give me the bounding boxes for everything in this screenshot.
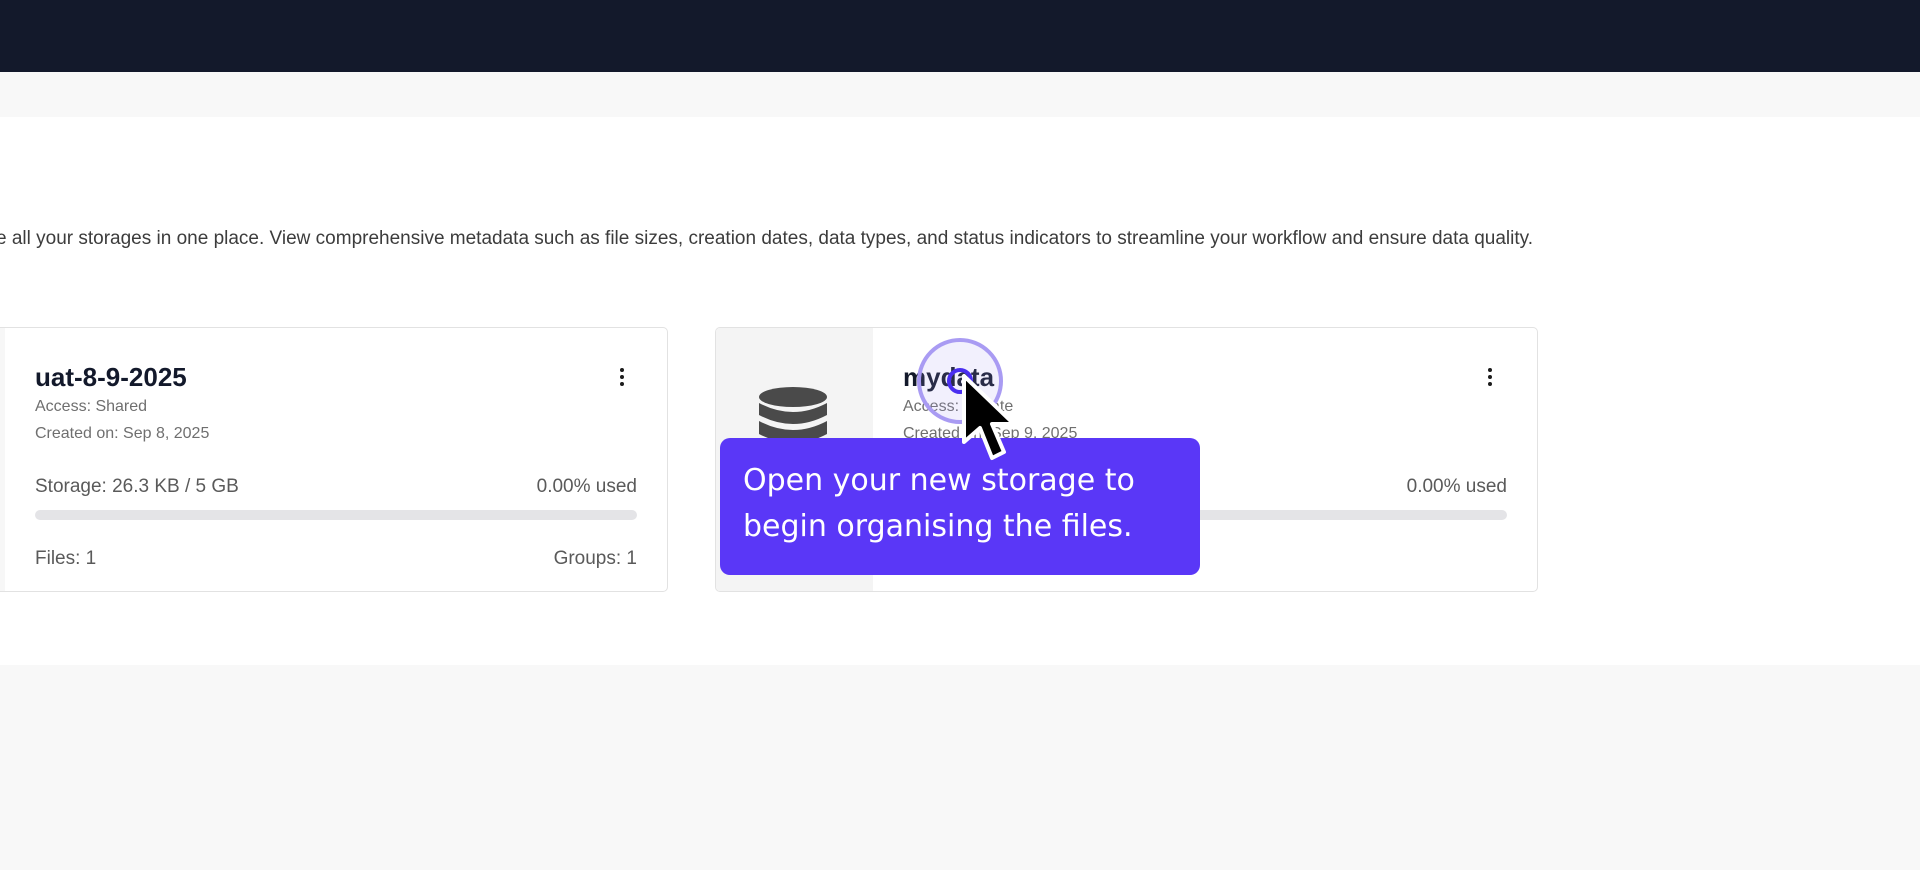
storage-size: Storage: 26.3 KB / 5 GB xyxy=(35,476,239,497)
top-navigation-bar xyxy=(0,0,1920,72)
storage-created-date: Created on: Sep 8, 2025 xyxy=(35,425,210,442)
storage-counts-row: Files: 1 Groups: 1 xyxy=(35,548,637,570)
database-icon xyxy=(759,387,827,443)
storage-used-percent: 0.00% used xyxy=(536,476,637,497)
storage-used-percent: 0.00% used xyxy=(1406,476,1507,497)
files-count: Files: 1 xyxy=(35,548,97,569)
more-options-icon[interactable] xyxy=(607,362,637,392)
more-options-icon[interactable] xyxy=(1475,362,1505,392)
storage-name[interactable]: uat-8-9-2025 xyxy=(35,362,187,393)
groups-count: Groups: 1 xyxy=(553,548,637,569)
storage-card-uat-8-9-2025[interactable]: uat-8-9-2025 Access: Shared Created on: … xyxy=(0,327,668,592)
card-body: uat-8-9-2025 Access: Shared Created on: … xyxy=(5,328,667,591)
storage-progress-bar xyxy=(35,510,637,520)
storage-access: Access: Shared xyxy=(35,398,148,415)
storage-usage-row: Storage: 26.3 KB / 5 GB 0.00% used xyxy=(35,476,637,498)
mouse-cursor-icon xyxy=(962,374,1016,460)
page-description: e all your storages in one place. View c… xyxy=(0,228,1534,249)
